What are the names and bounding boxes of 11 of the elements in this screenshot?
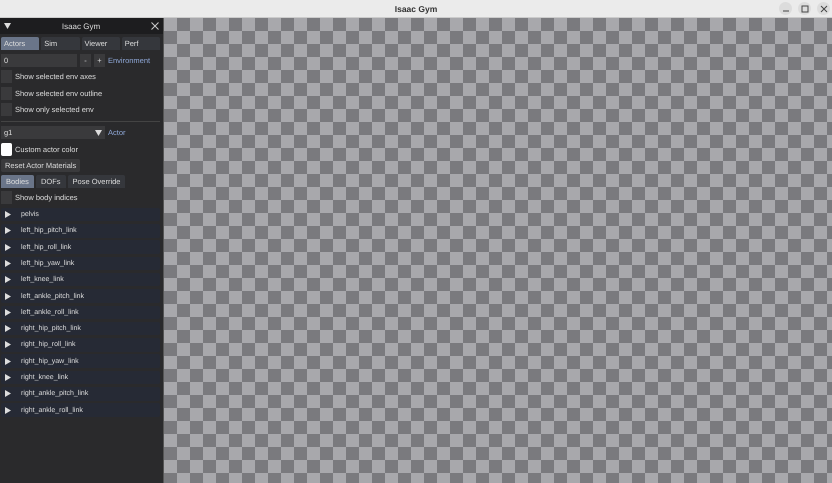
maximize-icon [800,4,808,12]
minimize-button[interactable] [779,2,792,15]
color-swatch[interactable] [1,142,12,156]
maximize-button[interactable] [798,2,811,15]
window-title: Isaac Gym [394,4,438,14]
close-button[interactable] [817,2,830,15]
close-icon [820,4,828,12]
dropdown-arrow-icon [95,130,102,136]
panel-title: Isaac Gym [60,22,102,30]
close-icon[interactable] [151,22,159,30]
collapse-triangle-icon[interactable] [4,23,11,29]
